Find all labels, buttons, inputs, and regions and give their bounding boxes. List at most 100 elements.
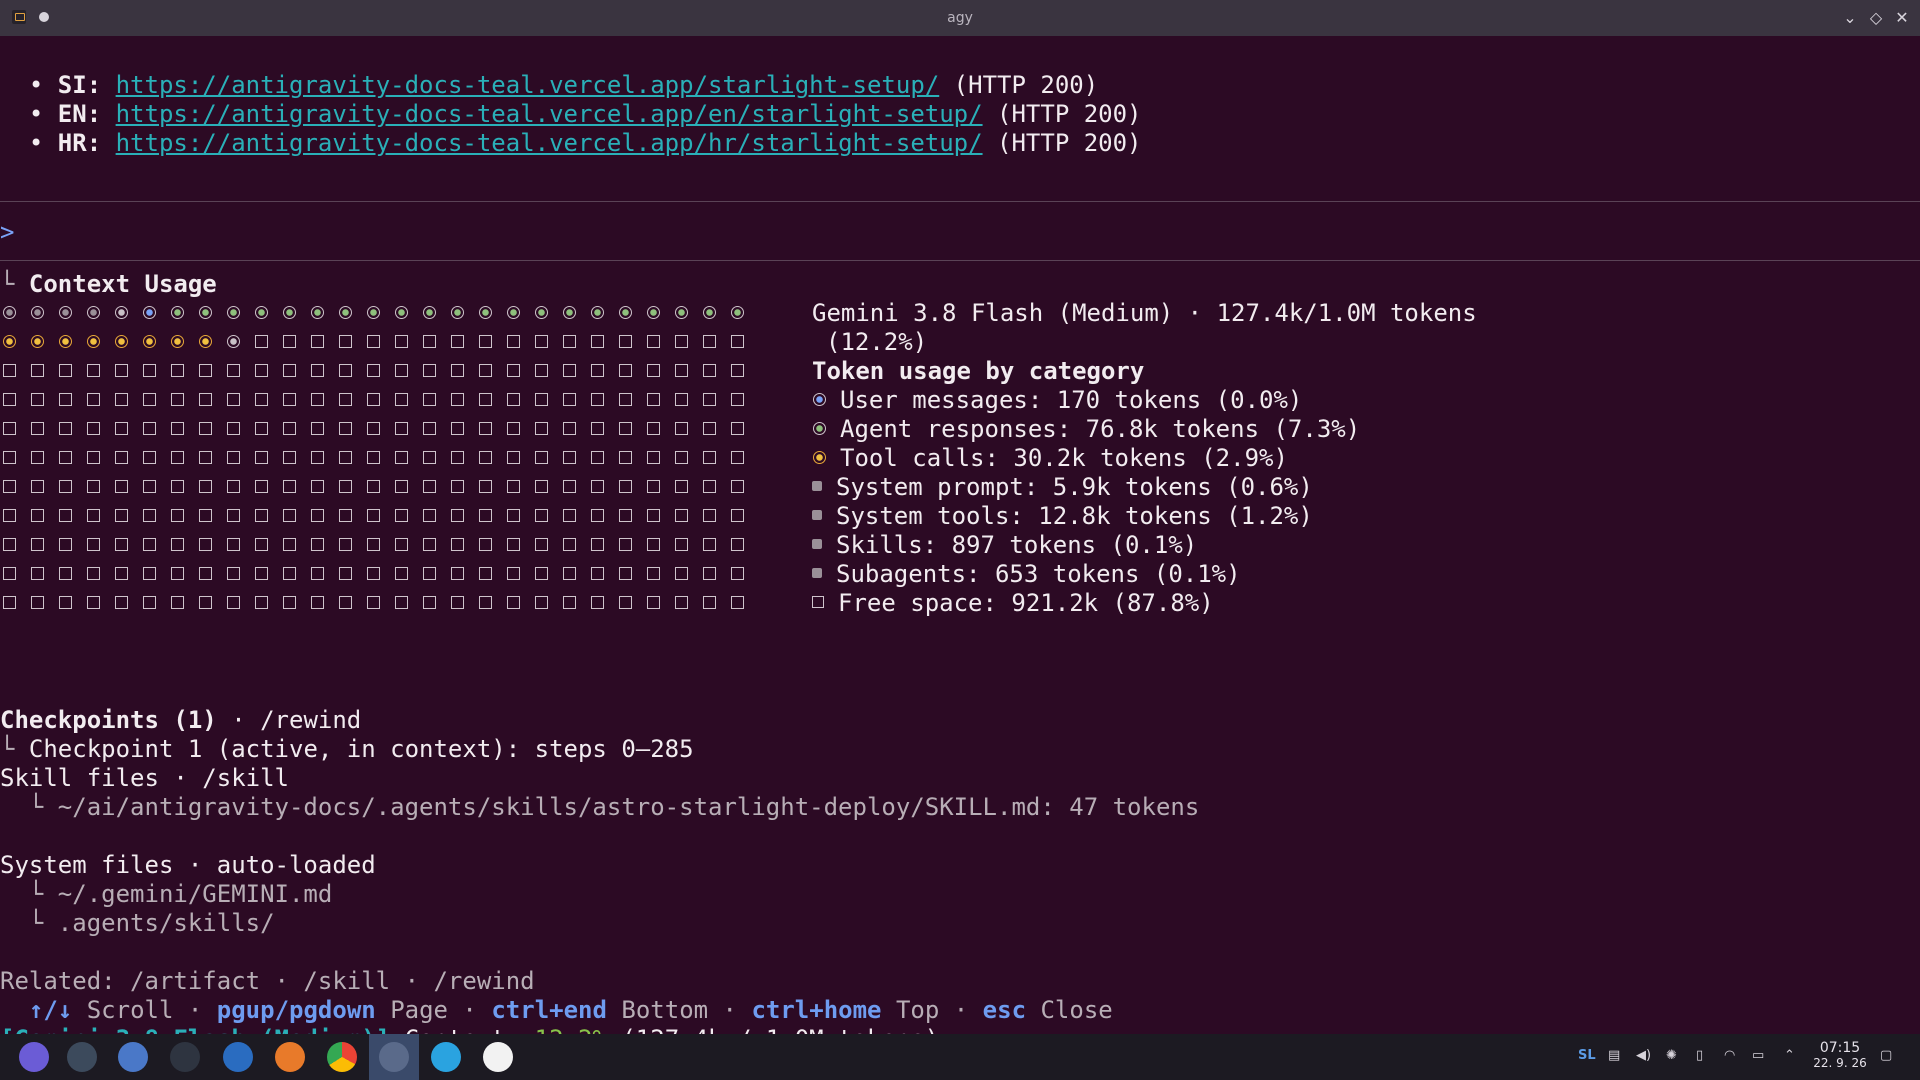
grid-cell-empty: [562, 508, 578, 524]
grid-cell-user: [142, 305, 158, 321]
grid-cell-empty: [366, 537, 382, 553]
volume-icon[interactable]: ◀): [1636, 1048, 1651, 1063]
grid-cell-empty: [254, 537, 270, 553]
grid-cell-empty: [674, 392, 690, 408]
clipboard-icon[interactable]: ▤: [1608, 1048, 1620, 1063]
settings-icon[interactable]: [67, 1042, 97, 1072]
url-link-si[interactable]: https://antigravity-docs-teal.vercel.app…: [116, 71, 940, 99]
grid-cell-empty: [114, 479, 130, 495]
grid-cell-agent: [646, 305, 662, 321]
keyboard-help: ↑/↓ Scroll · pgup/pgdown Page · ctrl+end…: [28, 996, 1113, 1024]
token-category-label: User messages: 170 tokens (0.0%): [840, 386, 1303, 414]
show-desktop-icon[interactable]: ▢: [1880, 1048, 1892, 1063]
grid-cell-empty: [30, 392, 46, 408]
grid-cell-empty: [702, 479, 718, 495]
grid-cell-empty: [142, 508, 158, 524]
grid-cell-empty: [114, 595, 130, 611]
terminal-content: • SI: https://antigravity-docs-teal.verc…: [0, 36, 1920, 1053]
grid-cell-empty: [478, 363, 494, 379]
grid-cell-empty: [170, 508, 186, 524]
grid-cell-empty: [702, 421, 718, 437]
grid-cell-empty: [478, 450, 494, 466]
grid-cell-empty: [338, 450, 354, 466]
chrome-icon[interactable]: [327, 1042, 357, 1072]
grid-cell-empty: [226, 392, 242, 408]
chatgpt-icon[interactable]: [483, 1042, 513, 1072]
agy-terminal-icon[interactable]: [379, 1042, 409, 1072]
maximize-icon[interactable]: ◇: [1864, 6, 1888, 30]
tray-expand-icon[interactable]: ⌃: [1784, 1048, 1795, 1063]
grid-cell-empty: [590, 392, 606, 408]
grid-cell-empty: [86, 363, 102, 379]
grid-cell-empty: [590, 508, 606, 524]
url-link-hr[interactable]: https://antigravity-docs-teal.vercel.app…: [116, 129, 983, 157]
checkpoints-heading: Checkpoints (1) · /rewind: [0, 706, 362, 734]
grid-cell-empty: [310, 334, 326, 350]
keyboard-layout-indicator[interactable]: SL: [1578, 1048, 1596, 1063]
grid-cell-empty: [646, 537, 662, 553]
title-bar: agy ⌄ ◇ ✕: [0, 0, 1920, 36]
token-category-system: System prompt: 5.9k tokens (0.6%): [812, 473, 1313, 502]
grid-cell-empty: [198, 479, 214, 495]
grid-cell-empty: [86, 421, 102, 437]
grid-cell-empty: [674, 566, 690, 582]
grid-cell-empty: [618, 334, 634, 350]
grid-cell-empty: [590, 479, 606, 495]
grid-cell-empty: [114, 363, 130, 379]
grid-cell-empty: [562, 363, 578, 379]
input-prompt[interactable]: >: [0, 218, 14, 247]
grid-cell-empty: [394, 450, 410, 466]
grid-cell-agent: [562, 305, 578, 321]
grid-cell-empty: [394, 508, 410, 524]
grid-cell-empty: [422, 595, 438, 611]
grid-cell-empty: [450, 566, 466, 582]
grid-cell-empty: [198, 595, 214, 611]
grid-cell-empty: [534, 566, 550, 582]
grid-cell-empty: [450, 421, 466, 437]
grid-cell-empty: [394, 334, 410, 350]
minimize-chevron-icon[interactable]: ⌄: [1838, 6, 1862, 30]
grid-cell-empty: [366, 595, 382, 611]
device-icon[interactable]: ▯: [1696, 1048, 1703, 1063]
token-category-label: Free space: 921.2k (87.8%): [838, 589, 1214, 617]
grid-cell-empty: [674, 537, 690, 553]
grid-cell-empty: [646, 450, 662, 466]
firefox-icon[interactable]: [275, 1042, 305, 1072]
grid-cell-empty: [618, 450, 634, 466]
grid-cell-empty: [86, 508, 102, 524]
grid-cell-empty: [702, 537, 718, 553]
grid-cell-empty: [170, 421, 186, 437]
grid-cell-empty: [730, 537, 746, 553]
grid-cell-empty: [2, 392, 18, 408]
url-link-en[interactable]: https://antigravity-docs-teal.vercel.app…: [116, 100, 983, 128]
brightness-icon[interactable]: ✺: [1666, 1048, 1677, 1063]
file-manager-icon[interactable]: [223, 1042, 253, 1072]
grid-cell-empty: [366, 392, 382, 408]
grid-cell-empty: [506, 566, 522, 582]
wifi-icon[interactable]: ◠: [1724, 1048, 1735, 1063]
launcher-icon[interactable]: [19, 1042, 49, 1072]
grid-cell-empty: [254, 479, 270, 495]
token-category-system: System tools: 12.8k tokens (1.2%): [812, 502, 1313, 531]
telegram-icon[interactable]: [431, 1042, 461, 1072]
grid-cell-agent: [534, 305, 550, 321]
grid-cell-agent: [394, 305, 410, 321]
token-category-agent: Agent responses: 76.8k tokens (7.3%): [812, 415, 1360, 444]
grid-cell-empty: [534, 537, 550, 553]
grid-cell-empty: [562, 421, 578, 437]
discover-icon[interactable]: [118, 1042, 148, 1072]
terminal-icon[interactable]: [170, 1042, 200, 1072]
grid-cell-empty: [30, 566, 46, 582]
grid-cell-empty: [170, 363, 186, 379]
clock-time: 07:15: [1819, 1040, 1861, 1056]
grid-cell-empty: [198, 566, 214, 582]
grid-cell-empty: [310, 450, 326, 466]
grid-cell-empty: [506, 508, 522, 524]
grid-cell-empty: [254, 392, 270, 408]
close-icon[interactable]: ✕: [1890, 6, 1914, 30]
grid-cell-empty: [114, 566, 130, 582]
grid-cell-tool: [2, 334, 18, 350]
grid-cell-empty: [478, 595, 494, 611]
battery-icon[interactable]: ▭: [1752, 1048, 1764, 1063]
clock[interactable]: 07:15 22. 9. 26: [1810, 1040, 1870, 1071]
